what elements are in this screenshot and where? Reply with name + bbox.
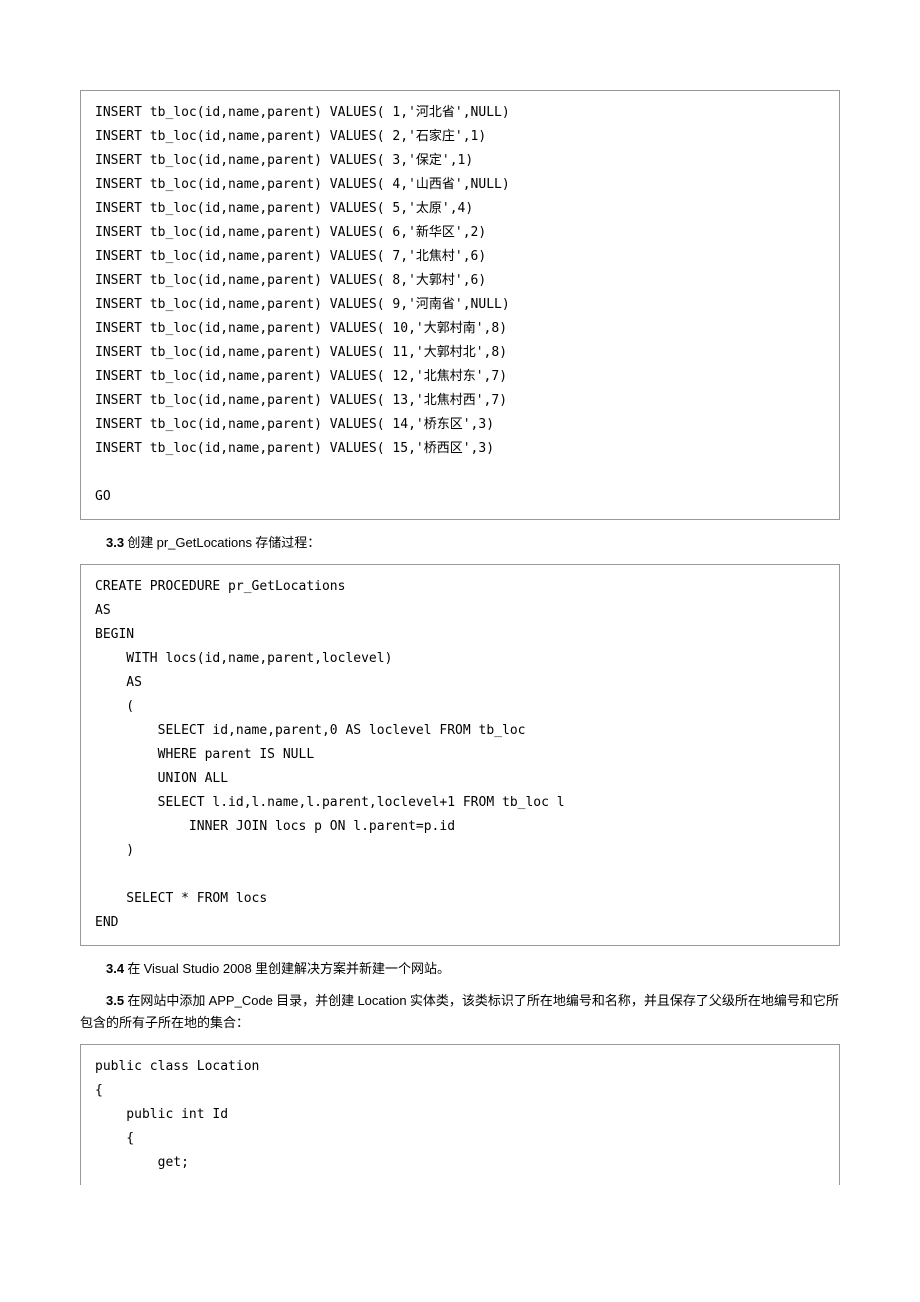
text-run: 在 [124, 961, 144, 976]
proc-name: pr_GetLocations [157, 535, 252, 550]
product-name: Visual Studio 2008 [144, 961, 252, 976]
paragraph-3-3: 3.3 创建 pr_GetLocations 存储过程： [80, 532, 840, 554]
text-run: 创建 [124, 535, 157, 550]
text-run: 在网站中添加 [124, 993, 209, 1008]
code-block-insert: INSERT tb_loc(id,name,parent) VALUES( 1,… [80, 90, 840, 520]
code-block-procedure: CREATE PROCEDURE pr_GetLocations AS BEGI… [80, 564, 840, 946]
document-page: INSERT tb_loc(id,name,parent) VALUES( 1,… [0, 0, 920, 1237]
text-run: 目录，并创建 [273, 993, 358, 1008]
code-block-class: public class Location { public int Id { … [80, 1044, 840, 1185]
paragraph-3-5: 3.5 在网站中添加 APP_Code 目录，并创建 Location 实体类，… [80, 990, 840, 1034]
step-number: 3.4 [106, 961, 124, 976]
step-number: 3.5 [106, 993, 124, 1008]
class-name: Location [357, 993, 406, 1008]
folder-name: APP_Code [209, 993, 273, 1008]
paragraph-3-4: 3.4 在 Visual Studio 2008 里创建解决方案并新建一个网站。 [80, 958, 840, 980]
text-run: 存储过程： [252, 535, 320, 550]
text-run: 里创建解决方案并新建一个网站。 [252, 961, 450, 976]
step-number: 3.3 [106, 535, 124, 550]
